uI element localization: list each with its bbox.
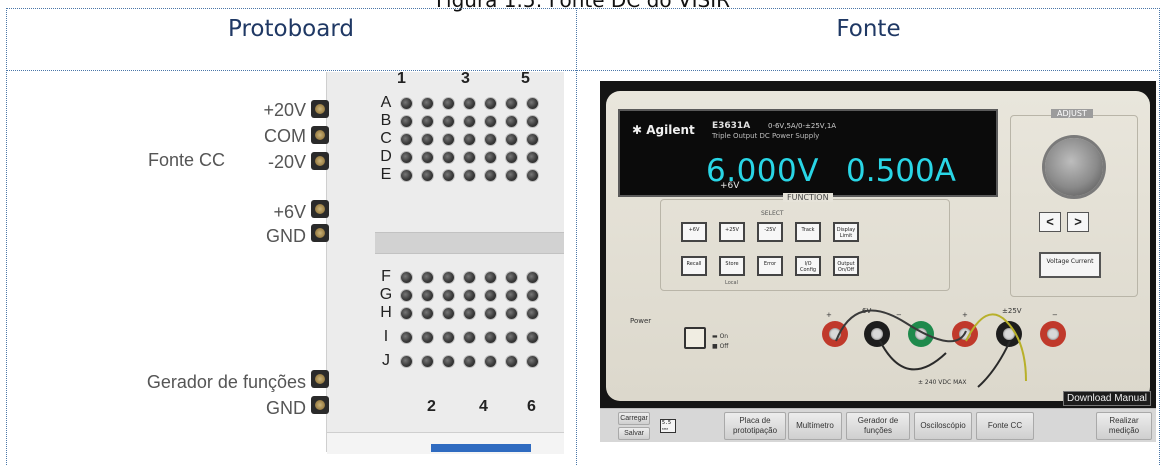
hole-row bbox=[401, 272, 538, 283]
osciloscopio-button[interactable]: Osciloscópio bbox=[914, 412, 972, 440]
test-leads-wires bbox=[835, 309, 1027, 388]
realizar-medicao-button[interactable]: Realizar medição bbox=[1096, 412, 1152, 440]
protoboard-image: 1 3 5 2 4 6 A B C D E F G H I J +20V COM… bbox=[20, 72, 564, 454]
carregar-button[interactable]: Carregar bbox=[618, 412, 650, 425]
calculator-icon[interactable]: 5.5 ▭▭ bbox=[660, 419, 676, 433]
figure-page: Figura 1.5: Fonte DC do VISIR Protoboard… bbox=[0, 0, 1166, 465]
gerador-de-funcoes-button[interactable]: Gerador de funções bbox=[846, 412, 910, 440]
hole-row bbox=[401, 116, 538, 127]
label-com: COM bbox=[264, 126, 306, 146]
instrument-toolbar: Carregar Salvar 5.5 ▭▭ Placa de prototipa… bbox=[600, 408, 1156, 442]
row-letter: C bbox=[380, 130, 392, 147]
connector-pin bbox=[311, 224, 329, 242]
hole-row bbox=[401, 290, 538, 301]
connector-pin bbox=[311, 100, 329, 118]
hole-row bbox=[401, 356, 538, 367]
row-letter: A bbox=[380, 94, 392, 111]
column-number: 2 bbox=[427, 398, 436, 415]
download-manual-button[interactable]: Download Manual bbox=[1063, 391, 1151, 406]
hole-row bbox=[401, 332, 538, 343]
label-plus6v: +6V bbox=[273, 202, 306, 222]
column-divider bbox=[576, 8, 577, 465]
connector-pin bbox=[311, 200, 329, 218]
row-letter: J bbox=[382, 352, 390, 369]
row-letter: D bbox=[380, 148, 392, 165]
column-number: 6 bbox=[527, 398, 536, 415]
connector-pin bbox=[311, 152, 329, 170]
label-fonte-cc: Fonte CC bbox=[148, 150, 226, 170]
row-letter: E bbox=[380, 166, 392, 183]
hole-row bbox=[401, 152, 538, 163]
hole-row bbox=[401, 98, 538, 109]
fonte-heading: Fonte bbox=[836, 16, 901, 42]
label-gnd: GND bbox=[266, 226, 306, 246]
hole-row bbox=[401, 134, 538, 145]
hole-row bbox=[401, 170, 538, 181]
breadboard-blue-bar bbox=[431, 444, 531, 452]
column-number: 5 bbox=[521, 72, 530, 87]
column-number: 1 bbox=[397, 72, 406, 87]
label-plus20v: +20V bbox=[263, 100, 306, 120]
label-gerador-de-funcoes: Gerador de funções bbox=[146, 372, 306, 392]
fonte-cc-button[interactable]: Fonte CC bbox=[976, 412, 1034, 440]
power-supply-panel: ✱ Agilent E3631A 0-6V,5A/0-±25V,1A Tripl… bbox=[606, 91, 1150, 401]
protoboard-heading: Protoboard bbox=[228, 16, 354, 42]
breadboard-center-channel bbox=[375, 232, 564, 254]
hole-row bbox=[401, 308, 538, 319]
salvar-button[interactable]: Salvar bbox=[618, 427, 650, 440]
column-number: 3 bbox=[461, 72, 470, 87]
label-minus20v: -20V bbox=[267, 152, 306, 172]
connector-pin bbox=[311, 396, 329, 414]
connector-pin bbox=[311, 370, 329, 388]
power-supply-image: ✱ Agilent E3631A 0-6V,5A/0-±25V,1A Tripl… bbox=[600, 81, 1156, 408]
row-letter: I bbox=[383, 328, 389, 345]
label-gnd: GND bbox=[266, 398, 306, 418]
max-voltage-label: ± 240 VDC MAX bbox=[918, 379, 967, 386]
column-number: 4 bbox=[479, 398, 488, 415]
multimetro-button[interactable]: Multímetro bbox=[788, 412, 842, 440]
header-divider bbox=[6, 70, 1160, 71]
connector-pin bbox=[311, 126, 329, 144]
row-letter: B bbox=[380, 112, 392, 129]
row-letter: G bbox=[379, 286, 393, 303]
row-letter: F bbox=[381, 268, 391, 285]
row-letter: H bbox=[380, 304, 392, 321]
placa-de-prototipacao-button[interactable]: Placa de prototipação bbox=[724, 412, 786, 440]
breadboard: 1 3 5 2 4 6 A B C D E F G H I J bbox=[326, 72, 564, 454]
